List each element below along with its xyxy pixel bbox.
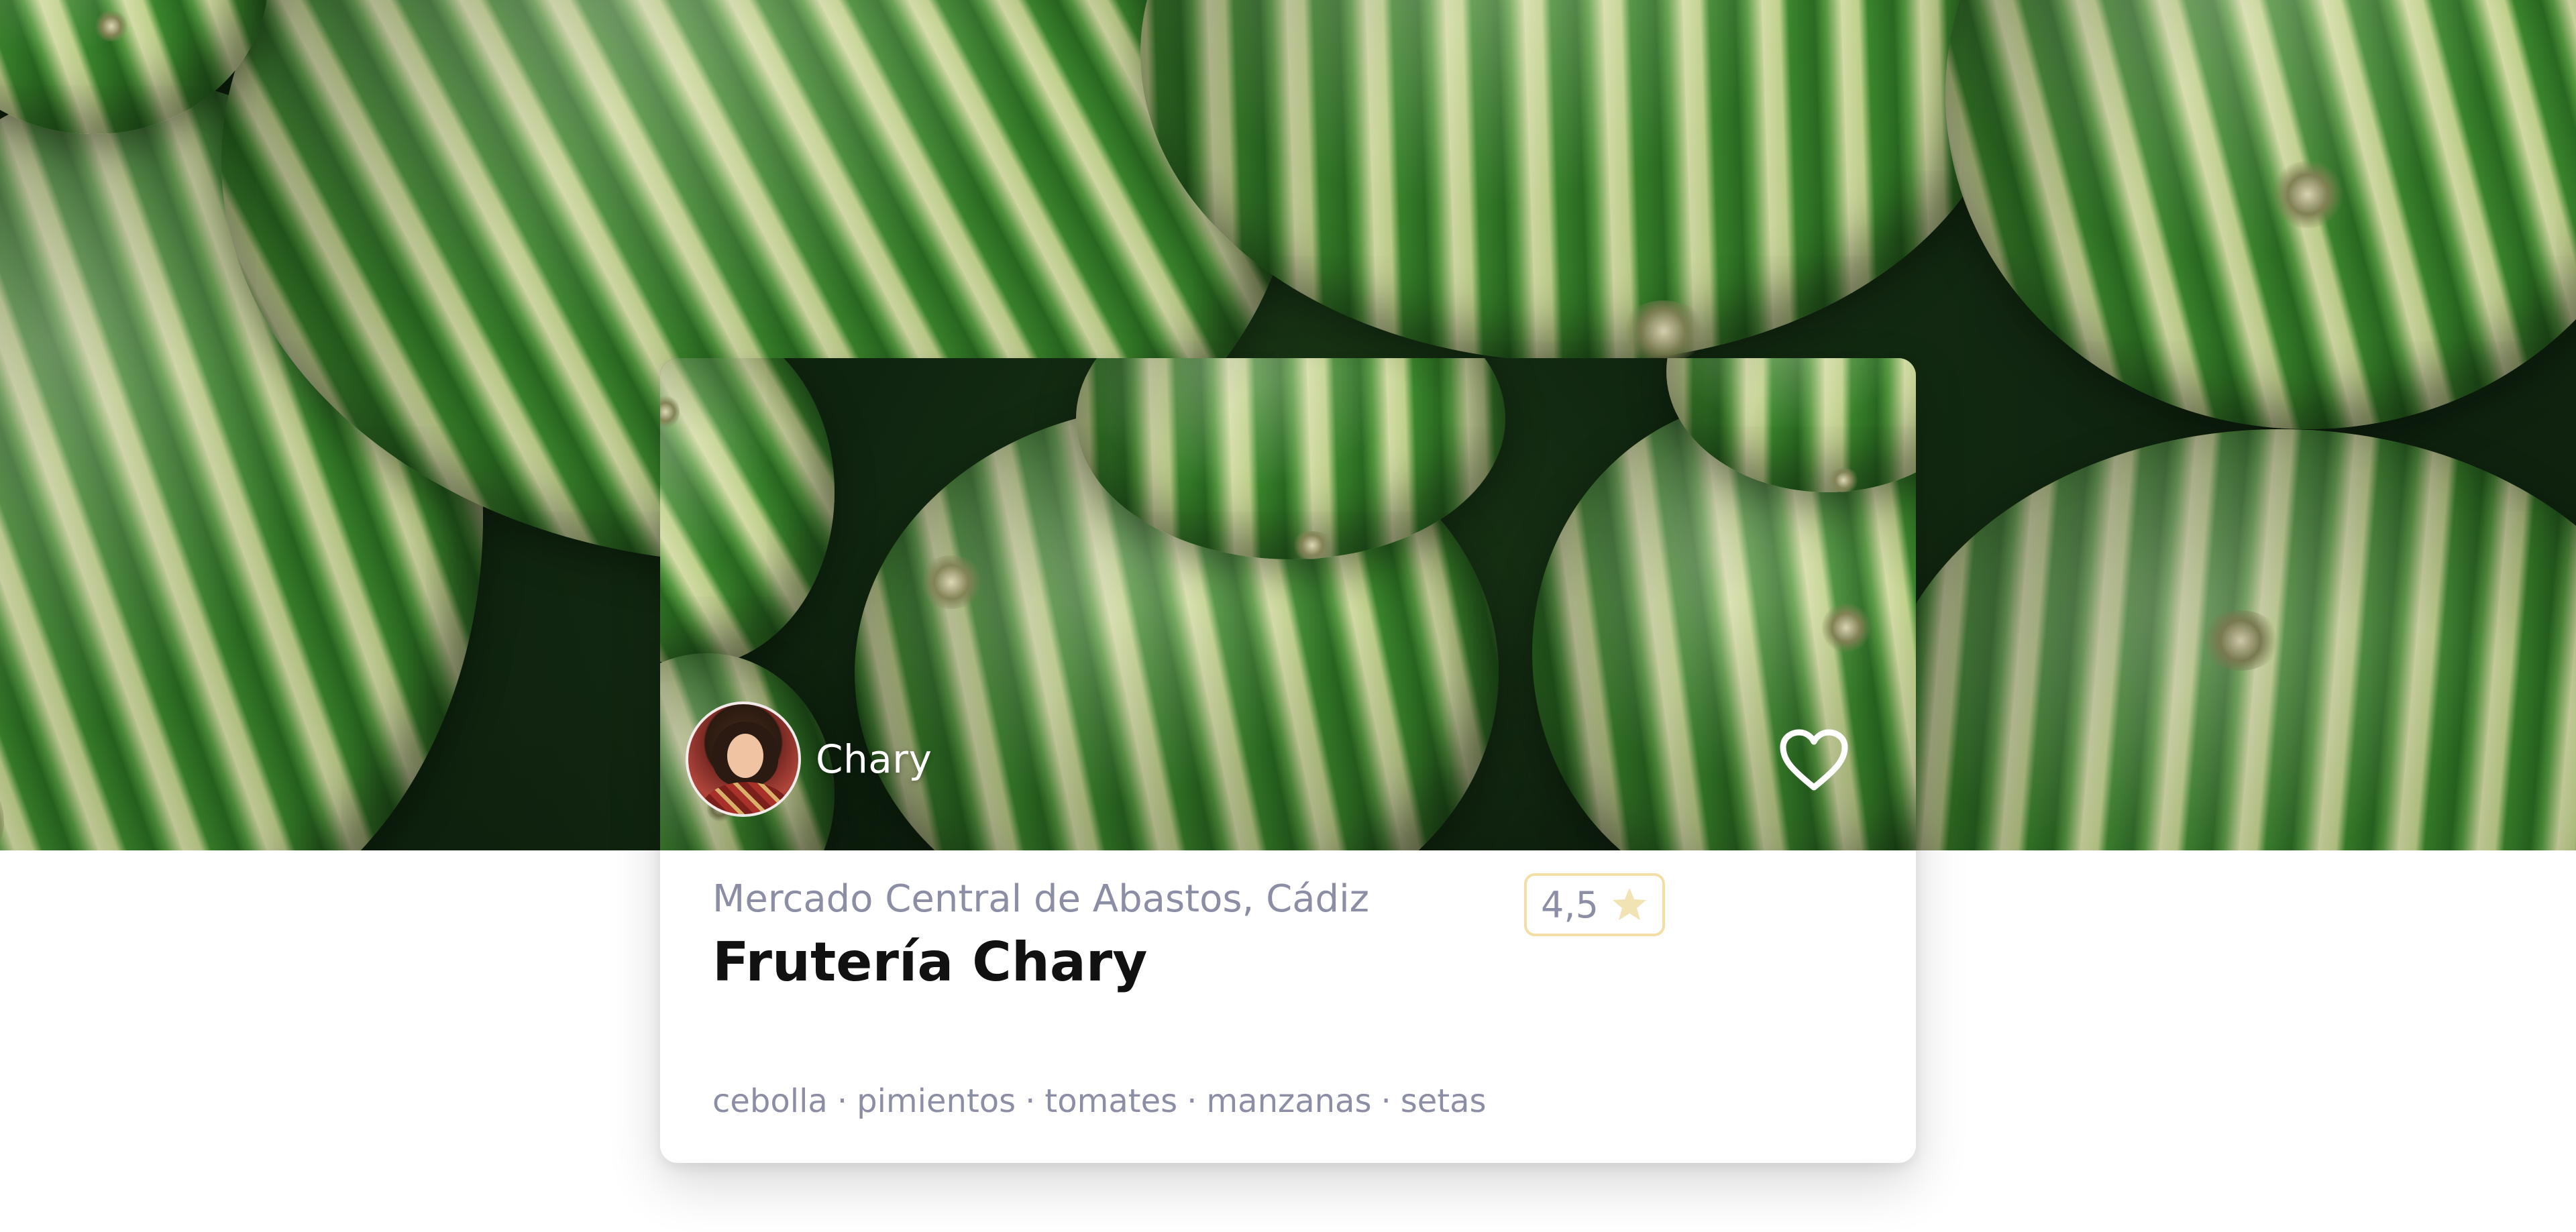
shop-title: Frutería Chary [712,931,1148,993]
tag-separator: · [1025,1082,1036,1120]
product-tag: setas [1400,1082,1487,1120]
favorite-button[interactable] [1779,728,1849,793]
rating-badge: 4,5 [1524,873,1665,936]
shop-card[interactable]: Chary Mercado Central de Abastos, Cádiz … [660,358,1916,1163]
product-tag: pimientos [857,1082,1016,1120]
rating-value: 4,5 [1541,883,1599,926]
shop-cover-image: Chary [660,358,1916,850]
product-tag: manzanas [1206,1082,1372,1120]
tag-separator: · [1187,1082,1197,1120]
vendor-info[interactable]: Chary [686,700,932,818]
product-tag: tomates [1044,1082,1178,1120]
star-icon [1612,888,1646,920]
product-tags: cebolla · pimientos · tomates · manzanas… [712,1082,1487,1120]
heart-outline-icon [1780,729,1848,791]
tag-separator: · [1381,1082,1391,1120]
vendor-avatar [686,702,801,817]
shop-location: Mercado Central de Abastos, Cádiz [712,877,1370,921]
product-tag: cebolla [712,1082,828,1120]
vendor-name: Chary [816,736,932,782]
tag-separator: · [837,1082,848,1120]
